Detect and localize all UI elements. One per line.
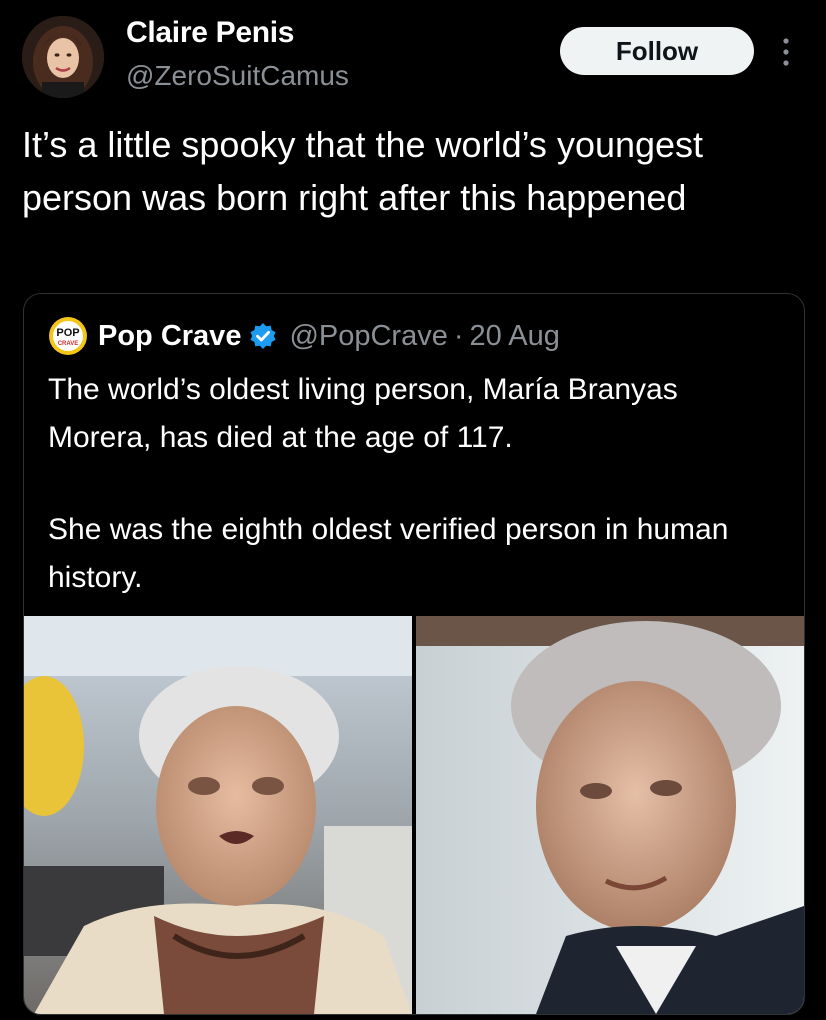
quoted-author-name[interactable]: Pop Crave: [98, 320, 241, 353]
quoted-tweet-card[interactable]: POP CRAVE Pop Crave @PopCrave · 20 Aug T…: [23, 293, 805, 1015]
svg-text:POP: POP: [56, 327, 79, 339]
author-display-name[interactable]: Claire Penis: [126, 16, 294, 50]
author-avatar[interactable]: [22, 16, 104, 98]
quoted-tweet-date[interactable]: 20 Aug: [470, 320, 560, 353]
svg-text:CRAVE: CRAVE: [58, 341, 79, 347]
quoted-tweet-text: The world’s oldest living person, María …: [48, 373, 678, 454]
verified-badge-icon: [250, 323, 277, 349]
tweet-header: Claire Penis @ZeroSuitCamus Follow: [0, 0, 826, 110]
photo-right[interactable]: [416, 616, 804, 1014]
separator-dot: ·: [453, 319, 464, 352]
pop-crave-logo[interactable]: POP CRAVE: [48, 316, 88, 356]
more-options-icon[interactable]: [778, 34, 794, 70]
photo-left[interactable]: [24, 616, 412, 1014]
author-handle[interactable]: @ZeroSuitCamus: [126, 60, 349, 92]
quoted-tweet-header: POP CRAVE Pop Crave @PopCrave · 20 Aug: [48, 316, 560, 356]
quoted-author-handle[interactable]: @PopCrave: [289, 320, 447, 353]
tweet-text: It’s a little spooky that the world’s yo…: [22, 124, 704, 218]
follow-button[interactable]: Follow: [560, 27, 754, 75]
quoted-tweet-text-second: She was the eighth oldest verified perso…: [48, 513, 729, 594]
